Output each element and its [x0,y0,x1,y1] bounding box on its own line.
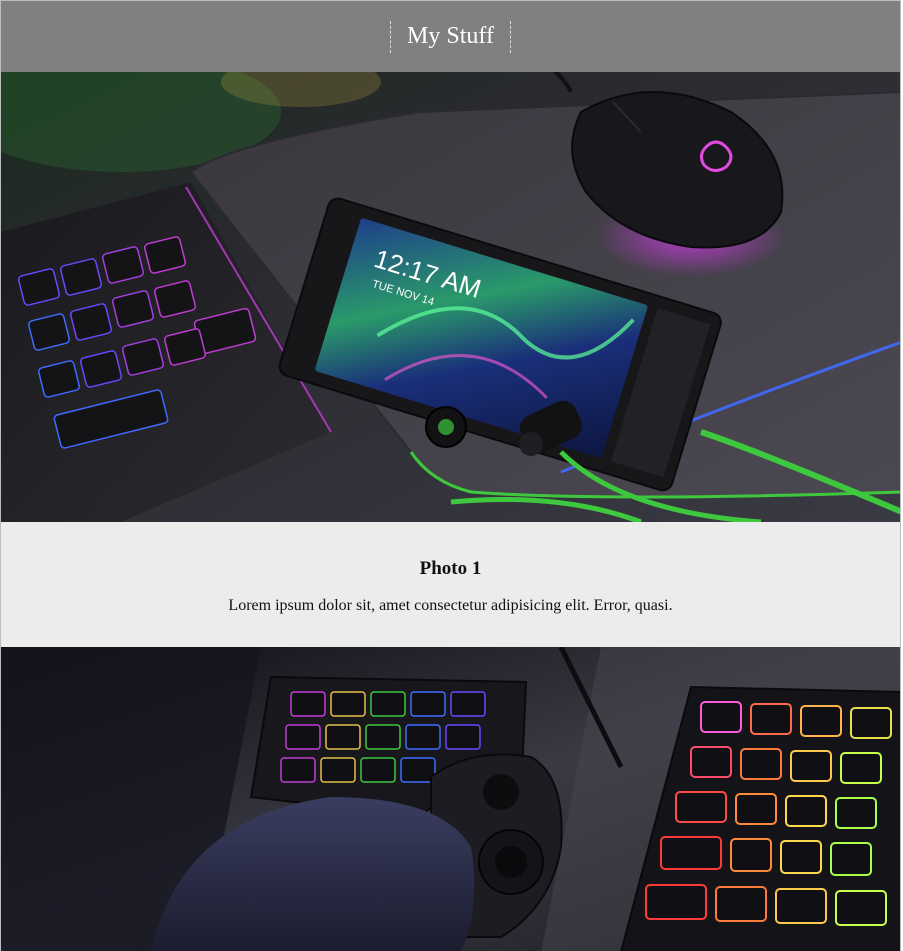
gaming-keypad-keyboard-photo [1,647,900,951]
photo-caption: Photo 1 Lorem ipsum dolor sit, amet cons… [1,522,900,647]
site-title[interactable]: My Stuff [390,20,511,53]
gaming-phone-desk-illustration: 12:17 AM TUE NOV 14 [1,72,900,522]
gaming-keypad-illustration [1,647,900,951]
gaming-phone-desk-photo: 12:17 AM TUE NOV 14 [1,72,900,522]
photo-title: Photo 1 [419,558,482,579]
site-header: My Stuff [1,1,900,72]
page-frame: My Stuff 12:17 AM TUE NOV 14 Photo 1 Lor… [0,0,901,951]
photo-description: Lorem ipsum dolor sit, amet consectetur … [228,597,673,614]
